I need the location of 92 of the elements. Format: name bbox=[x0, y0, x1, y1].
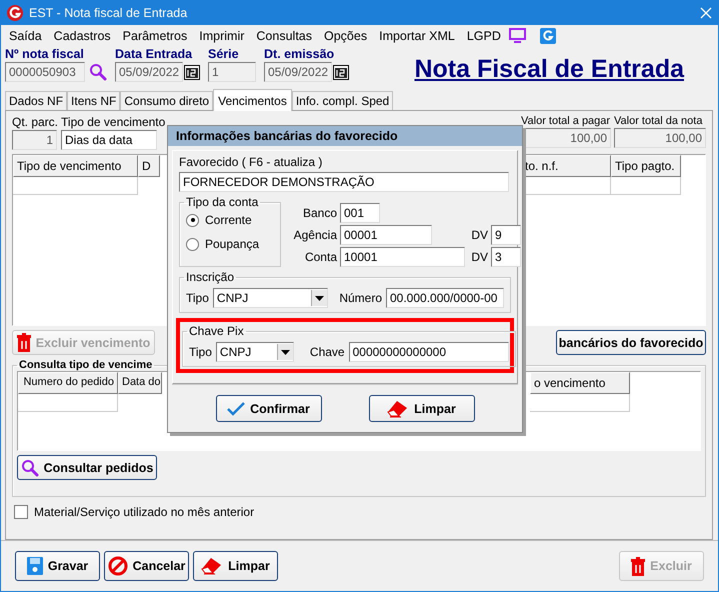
menu-item[interactable]: Parâmetros bbox=[116, 28, 194, 42]
field-label: DV bbox=[470, 228, 488, 242]
field-label: DV bbox=[470, 250, 488, 264]
group-title: Chave Pix bbox=[188, 324, 245, 338]
field-label: Tipo bbox=[189, 345, 212, 359]
search-icon bbox=[20, 458, 39, 476]
trash-icon bbox=[631, 556, 646, 576]
cancel-button[interactable]: Cancelar bbox=[104, 551, 189, 581]
caret-icon bbox=[314, 296, 324, 300]
text-field[interactable]: 00000000000000 bbox=[348, 342, 509, 362]
text-field[interactable]: 001 bbox=[340, 203, 380, 223]
group-title: Consulta tipo de vencime bbox=[18, 359, 154, 371]
field-label: Nº nota fiscal bbox=[5, 47, 85, 62]
field-label: Tipo de vencimento bbox=[61, 115, 166, 129]
number-field[interactable]: 1 bbox=[12, 130, 57, 150]
close-icon[interactable] bbox=[700, 6, 712, 18]
radio-label: Poupança bbox=[205, 237, 260, 251]
page-heading: Nota Fiscal de Entrada bbox=[414, 55, 684, 84]
field-label: Dt. emissão bbox=[264, 47, 336, 62]
bank-details-button[interactable]: bancários do favorecido bbox=[556, 330, 706, 355]
caret-icon bbox=[280, 350, 290, 354]
cancel-icon bbox=[108, 556, 128, 576]
text-field[interactable]: 10001 bbox=[340, 247, 465, 267]
app-logo-icon bbox=[7, 4, 23, 20]
tab[interactable]: Vencimentos bbox=[213, 89, 292, 111]
dropdown[interactable]: CNPJ bbox=[216, 342, 294, 362]
clear-button[interactable]: Limpar bbox=[368, 395, 474, 422]
column-header: o vencimento bbox=[530, 372, 630, 394]
clear-button[interactable]: Limpar bbox=[193, 551, 278, 581]
floppy-icon bbox=[26, 557, 43, 575]
column-header: Numero do pedido bbox=[18, 372, 118, 394]
calendar-icon[interactable] bbox=[333, 64, 349, 80]
menu-item[interactable]: Importar XML bbox=[373, 28, 461, 42]
calendar-icon[interactable] bbox=[184, 64, 200, 80]
menu-item[interactable]: Cadastros bbox=[48, 28, 117, 42]
checkbox[interactable] bbox=[14, 505, 28, 519]
search-orders-button[interactable]: Consultar pedidos bbox=[17, 455, 157, 480]
trash-icon bbox=[16, 333, 31, 352]
number-field[interactable]: 100,00 bbox=[614, 128, 706, 148]
column-header: Tipo pagto. bbox=[611, 155, 681, 177]
field-label: Valor total da nota bbox=[614, 115, 704, 127]
field-label: Número bbox=[339, 291, 382, 305]
dropdown[interactable]: CNPJ bbox=[212, 288, 328, 308]
monitor-icon[interactable] bbox=[508, 28, 526, 43]
text-field[interactable]: 00.000.000/0000-00 bbox=[386, 288, 504, 308]
tab[interactable]: Consumo direto bbox=[120, 91, 214, 110]
field-label: Chave bbox=[310, 345, 345, 359]
field-label: Data Entrada bbox=[115, 47, 194, 62]
text-field[interactable]: 3 bbox=[491, 247, 521, 267]
window-title: EST - Nota fiscal de Entrada bbox=[29, 6, 188, 20]
menu-item[interactable]: Imprimir bbox=[193, 28, 250, 42]
menu-item[interactable]: Saída bbox=[3, 28, 48, 42]
tab[interactable]: Info. compl. Sped bbox=[292, 91, 394, 110]
save-button[interactable]: Gravar bbox=[15, 551, 100, 581]
field-label: Favorecido ( F6 - atualiza ) bbox=[179, 155, 324, 169]
text-field[interactable]: 0000050903 bbox=[5, 62, 85, 82]
field-label: Tipo bbox=[186, 291, 209, 305]
eraser-icon bbox=[387, 400, 410, 418]
radio-button[interactable] bbox=[186, 214, 199, 226]
menu-item[interactable]: Opções bbox=[318, 28, 374, 42]
text-field[interactable]: FORNECEDOR DEMONSTRAÇÃO bbox=[179, 172, 509, 192]
tab[interactable]: Dados NF bbox=[5, 91, 68, 110]
text-field[interactable]: 9 bbox=[491, 225, 521, 245]
search-icon bbox=[89, 63, 107, 81]
column-header: D bbox=[138, 155, 160, 177]
text-field[interactable]: 1 bbox=[208, 62, 256, 82]
menu-item[interactable]: Consultas bbox=[250, 28, 318, 42]
text-field[interactable]: 05/09/2022 bbox=[115, 62, 183, 82]
radio-label: Corrente bbox=[205, 213, 252, 227]
checkbox-label: Material/Serviço utilizado no mês anterior bbox=[34, 505, 254, 519]
eraser-icon bbox=[201, 557, 224, 575]
field-label: Qt. parc. bbox=[12, 115, 58, 129]
dialog-title: Informações bancárias do favorecido bbox=[168, 126, 522, 146]
check-icon bbox=[227, 402, 246, 416]
field-label: Banco bbox=[302, 206, 337, 220]
group-title: Inscrição bbox=[185, 270, 236, 284]
confirm-button[interactable]: Confirmar bbox=[216, 395, 322, 422]
text-field[interactable]: Dias da data bbox=[61, 130, 158, 150]
field-label: Conta bbox=[304, 250, 337, 264]
text-field[interactable]: 05/09/2022 bbox=[264, 62, 332, 82]
menu-item[interactable]: LGPD bbox=[460, 28, 507, 42]
field-label: Série bbox=[208, 47, 240, 62]
column-header: Tipo de vencimento bbox=[13, 155, 138, 177]
tab[interactable]: Itens NF bbox=[67, 91, 120, 110]
table-cell bbox=[611, 177, 681, 195]
field-label: Valor total a pagar bbox=[521, 115, 611, 127]
field-label: Agência bbox=[292, 228, 337, 242]
column-header: Data do bbox=[118, 372, 162, 394]
app-logo-icon[interactable] bbox=[540, 28, 556, 44]
text-field[interactable]: 00001 bbox=[340, 225, 432, 245]
group-title: Tipo da conta bbox=[185, 195, 260, 209]
radio-button[interactable] bbox=[186, 238, 199, 250]
